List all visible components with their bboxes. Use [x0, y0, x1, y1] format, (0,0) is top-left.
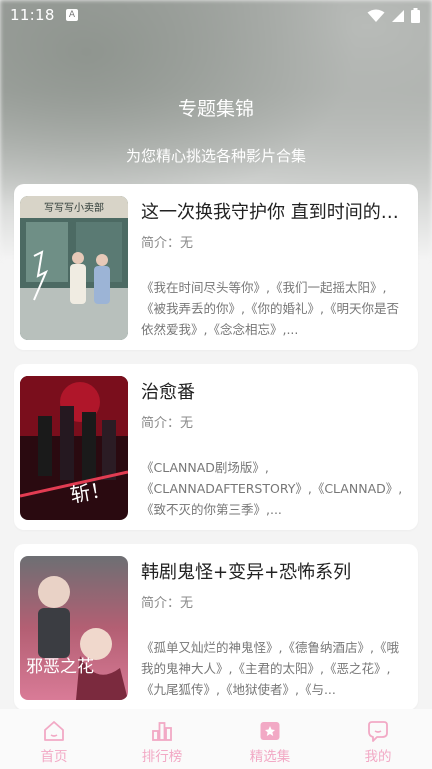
status-time: 11:18 [10, 6, 55, 24]
wifi-icon [367, 9, 385, 22]
collection-card[interactable]: 邪恶之花 韩剧鬼怪+变异+恐怖系列 简介：无 《孤单又灿烂的神鬼怪》,《德鲁纳酒… [14, 544, 418, 710]
collection-poster[interactable]: 邪恶之花 [20, 556, 128, 700]
collection-intro: 简介：无 [141, 596, 194, 611]
page-title: 专题集锦 [177, 98, 254, 120]
user-icon [368, 721, 388, 742]
collection-card[interactable]: 斩！ 治愈番 简介：无 《CLANNAD剧场版》,《CLANNADAFTERST… [14, 364, 418, 530]
tab-home[interactable]: 首页 [14, 709, 94, 769]
collection-description: 《CLANNAD剧场版》,《CLANNADAFTERSTORY》,《CLANNA… [141, 460, 403, 517]
collection-description: 《我在时间尽头等你》,《我们一起摇太阳》,《被我弄丢的你》,《你的婚礼》,《明天… [141, 280, 399, 337]
page-subtitle: 为您精心挑选各种影片合集 [125, 147, 306, 165]
tab-ranking[interactable]: 排行榜 [122, 709, 202, 769]
tab-label: 排行榜 [141, 749, 183, 765]
collection-title: 韩剧鬼怪+变异+恐怖系列 [141, 562, 352, 583]
collection-card[interactable]: 写写写小卖部 这一次换我守护你 直到时间的尽头 简介：无 《我在时间尽头等你》,… [14, 184, 418, 350]
collection-intro: 简介：无 [141, 416, 194, 431]
status-indicators [367, 8, 420, 23]
notification-icon: A [66, 9, 78, 21]
home-icon [44, 721, 64, 741]
chart-icon [152, 722, 172, 741]
bottom-tab-bar: 首页 排行榜 精选集 我的 [0, 709, 432, 769]
collection-description: 《孤单又灿烂的神鬼怪》,《德鲁纳酒店》,《哦我的鬼神大人》,《主君的太阳》,《恶… [141, 640, 399, 697]
tab-collections[interactable]: 精选集 [230, 709, 310, 769]
tab-label: 精选集 [249, 749, 291, 765]
star-box-icon [260, 722, 280, 740]
collection-poster[interactable]: 斩！ [20, 376, 128, 520]
poster-sign-text: 写写写小卖部 [44, 203, 104, 214]
battery-icon [411, 8, 420, 23]
tab-label: 首页 [40, 749, 68, 765]
collection-intro: 简介：无 [141, 236, 194, 251]
poster-image [20, 196, 128, 340]
collection-title: 这一次换我守护你 直到时间的尽头 [141, 202, 411, 223]
poster-title-text: 邪恶之花 [26, 657, 94, 677]
collection-title: 治愈番 [141, 382, 195, 403]
status-bar: 11:18 A [0, 0, 432, 32]
signal-icon [392, 9, 404, 22]
collection-poster[interactable]: 写写写小卖部 [20, 196, 128, 340]
tab-mine[interactable]: 我的 [338, 709, 418, 769]
tab-label: 我的 [364, 749, 392, 765]
poster-image [20, 556, 128, 700]
